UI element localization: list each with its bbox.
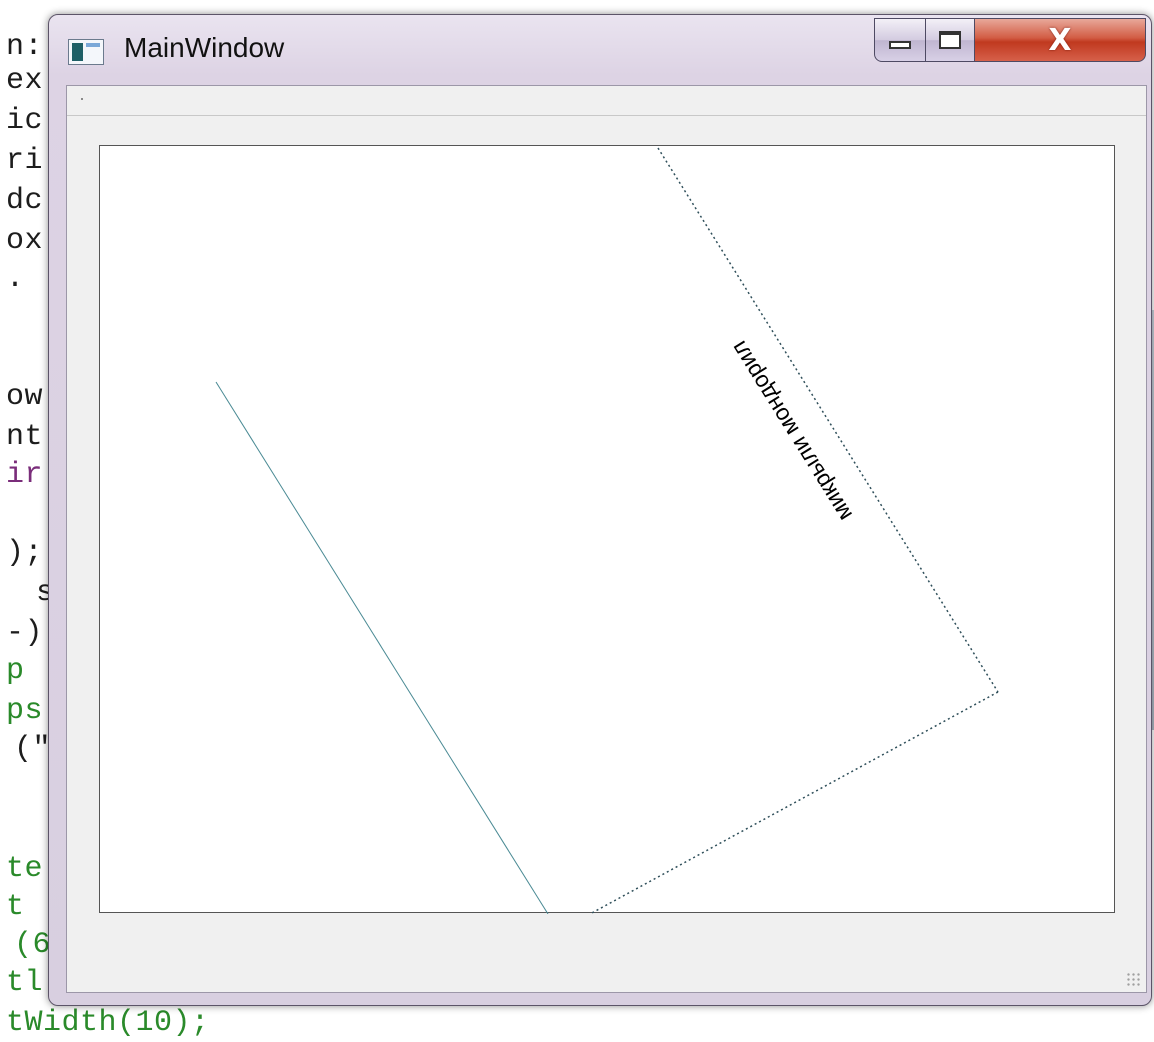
app-window-icon [68, 39, 104, 65]
window-client-area: микрыли мондорил [66, 85, 1147, 993]
maximize-icon [939, 31, 961, 49]
code-fragment: -) [6, 616, 44, 650]
code-fragment: ps [6, 694, 44, 728]
code-fragment: . [6, 262, 25, 296]
code-fragment: ir [6, 458, 44, 492]
menu-bar[interactable] [67, 86, 1146, 116]
code-fragment: p [6, 654, 25, 688]
minimize-button[interactable] [874, 18, 926, 62]
code-fragment: dc [6, 184, 44, 218]
rect-edge-left [215, 381, 549, 914]
drawing-canvas[interactable]: микрыли мондорил [99, 145, 1115, 914]
rect-edge-right [657, 147, 999, 693]
code-fragment: ri [6, 144, 44, 178]
window-title: MainWindow [124, 32, 285, 63]
code-fragment: (" [14, 732, 52, 766]
code-fragment: te [6, 852, 44, 886]
code-fragment: ic [6, 104, 44, 138]
rect-edge-bottom [589, 691, 999, 914]
minimize-icon [889, 41, 911, 49]
menu-bar-handle [81, 98, 83, 100]
code-fragment: (6 [14, 928, 52, 962]
close-button[interactable]: X [974, 18, 1146, 62]
rotated-text-label: микрыли мондорил [725, 336, 857, 526]
title-bar[interactable]: MainWindow X [49, 15, 1151, 83]
code-fragment: ox [6, 224, 44, 258]
maximize-button[interactable] [925, 18, 975, 62]
code-fragment: ow [6, 380, 44, 414]
code-fragment: nt [6, 420, 44, 454]
code-fragment: tl [6, 966, 44, 1000]
main-window: MainWindow X микрыли мондорил [48, 14, 1152, 1006]
code-fragment: n: [6, 30, 44, 64]
code-fragment: ); [6, 536, 44, 570]
code-fragment: t [6, 890, 25, 924]
close-icon: X [1048, 22, 1072, 58]
code-fragment: ex [6, 64, 44, 98]
resize-grip-icon[interactable] [1126, 972, 1140, 986]
drawing-surface: микрыли мондорил [215, 147, 999, 914]
code-fragment: tWidth(10); [6, 1006, 210, 1040]
